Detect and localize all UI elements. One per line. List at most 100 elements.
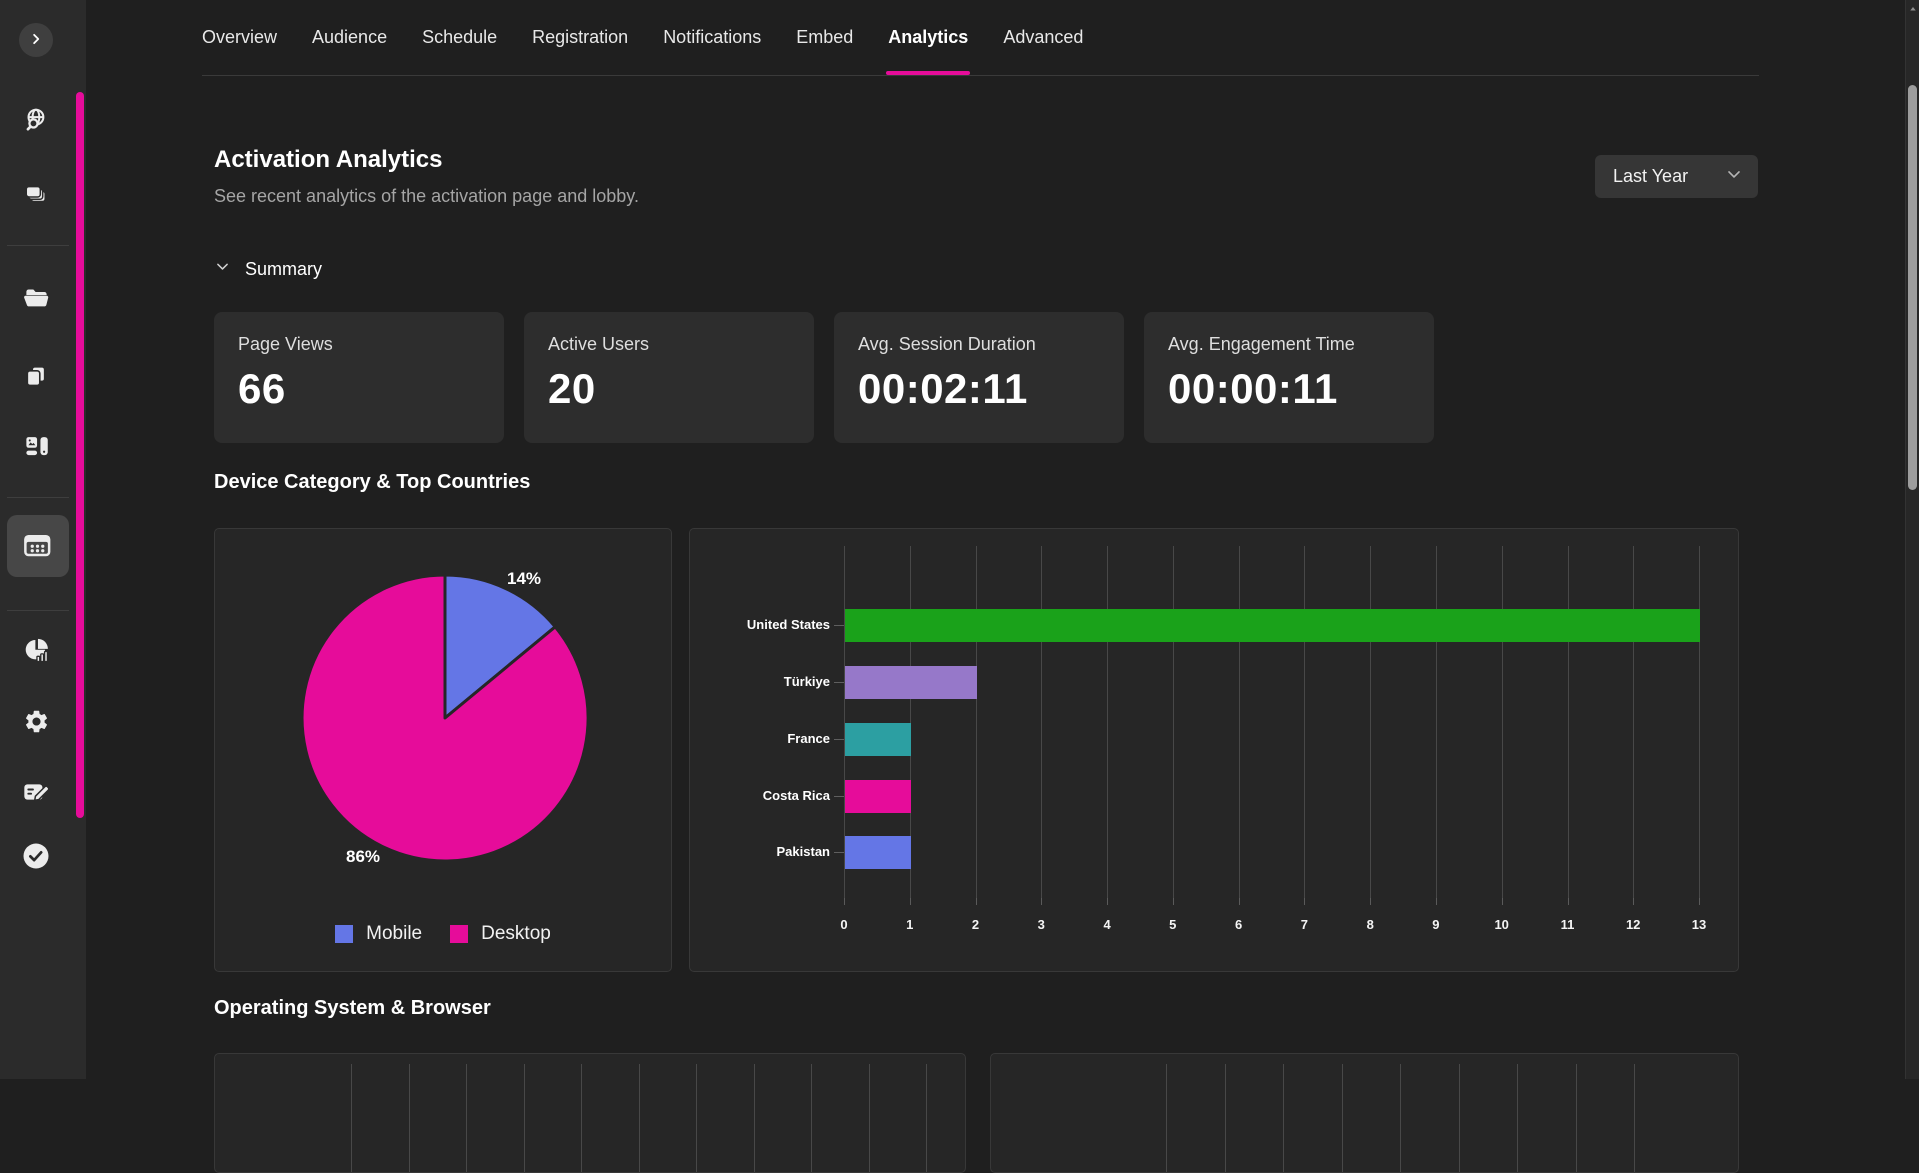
sidebar-divider bbox=[7, 497, 69, 498]
x-tick-label: 2 bbox=[962, 917, 990, 932]
x-tick-label: 11 bbox=[1554, 917, 1582, 932]
sidebar-item-open-folder[interactable] bbox=[12, 276, 60, 324]
scroll-up-icon[interactable] bbox=[1907, 2, 1919, 14]
gridline bbox=[1225, 1064, 1226, 1172]
x-tick-label: 7 bbox=[1290, 917, 1318, 932]
page-subtitle: See recent analytics of the activation p… bbox=[214, 186, 639, 207]
gridline bbox=[1699, 546, 1700, 898]
browser-chart-panel bbox=[990, 1053, 1739, 1173]
gridline bbox=[1568, 546, 1569, 898]
sidebar bbox=[0, 0, 86, 1079]
date-range-value: Last Year bbox=[1613, 166, 1688, 187]
legend-label: Mobile bbox=[366, 923, 422, 945]
calendar-icon bbox=[21, 530, 51, 563]
x-tick-label: 0 bbox=[830, 917, 858, 932]
gridline bbox=[1517, 1064, 1518, 1172]
sidebar-item-check-circle[interactable] bbox=[12, 833, 60, 881]
bar-pakistan bbox=[845, 836, 911, 869]
gridline bbox=[639, 1064, 640, 1172]
gridline bbox=[581, 1064, 582, 1172]
gridline bbox=[1304, 546, 1305, 898]
tab-embed[interactable]: Embed bbox=[796, 0, 853, 75]
category-tick bbox=[834, 796, 844, 797]
page-scrollbar-thumb[interactable] bbox=[1908, 85, 1917, 490]
bar-costa-rica bbox=[845, 780, 911, 813]
gridline bbox=[1239, 546, 1240, 898]
sidebar-scrollbar[interactable] bbox=[76, 92, 84, 818]
stat-value: 00:00:11 bbox=[1168, 365, 1410, 413]
x-tick-label: 3 bbox=[1027, 917, 1055, 932]
notes-edit-icon bbox=[22, 778, 50, 809]
axis-tick bbox=[1633, 898, 1634, 905]
axis-tick bbox=[1699, 898, 1700, 905]
chevron-right-icon bbox=[27, 30, 45, 51]
sidebar-item-settings[interactable] bbox=[12, 699, 60, 747]
gridline bbox=[409, 1064, 410, 1172]
stacked-cards-icon bbox=[23, 182, 49, 211]
gridline bbox=[811, 1064, 812, 1172]
gridline bbox=[1107, 546, 1108, 898]
sidebar-item-copy-pages[interactable] bbox=[12, 353, 60, 401]
page-scrollbar[interactable] bbox=[1905, 0, 1919, 1079]
x-tick-label: 6 bbox=[1225, 917, 1253, 932]
x-tick-label: 10 bbox=[1488, 917, 1516, 932]
tab-registration[interactable]: Registration bbox=[532, 0, 628, 75]
stat-card-page-views: Page Views 66 bbox=[214, 312, 504, 443]
x-tick-label: 5 bbox=[1159, 917, 1187, 932]
tab-notifications[interactable]: Notifications bbox=[663, 0, 761, 75]
sidebar-item-stacked-cards[interactable] bbox=[12, 172, 60, 220]
device-section-title: Device Category & Top Countries bbox=[214, 471, 530, 494]
summary-cards: Page Views 66 Active Users 20 Avg. Sessi… bbox=[214, 312, 1434, 443]
sidebar-item-notes-edit[interactable] bbox=[12, 769, 60, 817]
kanban-media-icon bbox=[23, 432, 50, 462]
stat-label: Avg. Engagement Time bbox=[1168, 334, 1410, 355]
stat-card-engagement-time: Avg. Engagement Time 00:00:11 bbox=[1144, 312, 1434, 443]
summary-section-toggle[interactable]: Summary bbox=[214, 258, 322, 280]
tab-schedule[interactable]: Schedule bbox=[422, 0, 497, 75]
category-label: United States bbox=[690, 617, 830, 632]
gridline bbox=[1283, 1064, 1284, 1172]
tab-bar: Overview Audience Schedule Registration Noti… bbox=[202, 0, 1759, 76]
sidebar-item-calendar[interactable] bbox=[12, 522, 60, 570]
axis-tick bbox=[1107, 898, 1108, 905]
gridline bbox=[754, 1064, 755, 1172]
tab-advanced[interactable]: Advanced bbox=[1003, 0, 1083, 75]
open-folder-icon bbox=[23, 285, 50, 315]
category-label: France bbox=[690, 731, 830, 746]
legend-item-mobile[interactable]: Mobile bbox=[335, 923, 422, 945]
gridline bbox=[1576, 1064, 1577, 1172]
chevron-down-icon bbox=[1724, 164, 1744, 189]
sidebar-divider bbox=[7, 610, 69, 611]
legend-swatch bbox=[335, 925, 353, 943]
category-tick bbox=[834, 852, 844, 853]
date-range-select[interactable]: Last Year bbox=[1595, 155, 1758, 198]
category-label: Türkiye bbox=[690, 674, 830, 689]
x-tick-label: 12 bbox=[1619, 917, 1647, 932]
category-tick bbox=[834, 739, 844, 740]
pie-data-label: 14% bbox=[507, 569, 541, 589]
gridline bbox=[976, 546, 977, 898]
sidebar-item-kanban-media[interactable] bbox=[12, 423, 60, 471]
device-category-pie-panel: 14%86% MobileDesktop bbox=[214, 528, 672, 972]
gridline bbox=[1342, 1064, 1343, 1172]
category-tick bbox=[834, 625, 844, 626]
axis-tick bbox=[1041, 898, 1042, 905]
globe-search-icon bbox=[23, 107, 50, 137]
stat-label: Page Views bbox=[238, 334, 480, 355]
axis-tick bbox=[910, 898, 911, 905]
sidebar-item-globe-search[interactable] bbox=[12, 98, 60, 146]
sidebar-item-pie-chart[interactable] bbox=[12, 628, 60, 676]
stat-label: Active Users bbox=[548, 334, 790, 355]
x-tick-label: 1 bbox=[896, 917, 924, 932]
os-section-title: Operating System & Browser bbox=[214, 997, 491, 1020]
gridline bbox=[1041, 546, 1042, 898]
tab-overview[interactable]: Overview bbox=[202, 0, 277, 75]
axis-tick bbox=[1304, 898, 1305, 905]
axis-tick bbox=[1502, 898, 1503, 905]
tab-analytics[interactable]: Analytics bbox=[888, 0, 968, 75]
gridline bbox=[1459, 1064, 1460, 1172]
tab-audience[interactable]: Audience bbox=[312, 0, 387, 75]
stat-card-active-users: Active Users 20 bbox=[524, 312, 814, 443]
legend-item-desktop[interactable]: Desktop bbox=[450, 923, 551, 945]
expand-sidebar-button[interactable] bbox=[19, 23, 53, 57]
